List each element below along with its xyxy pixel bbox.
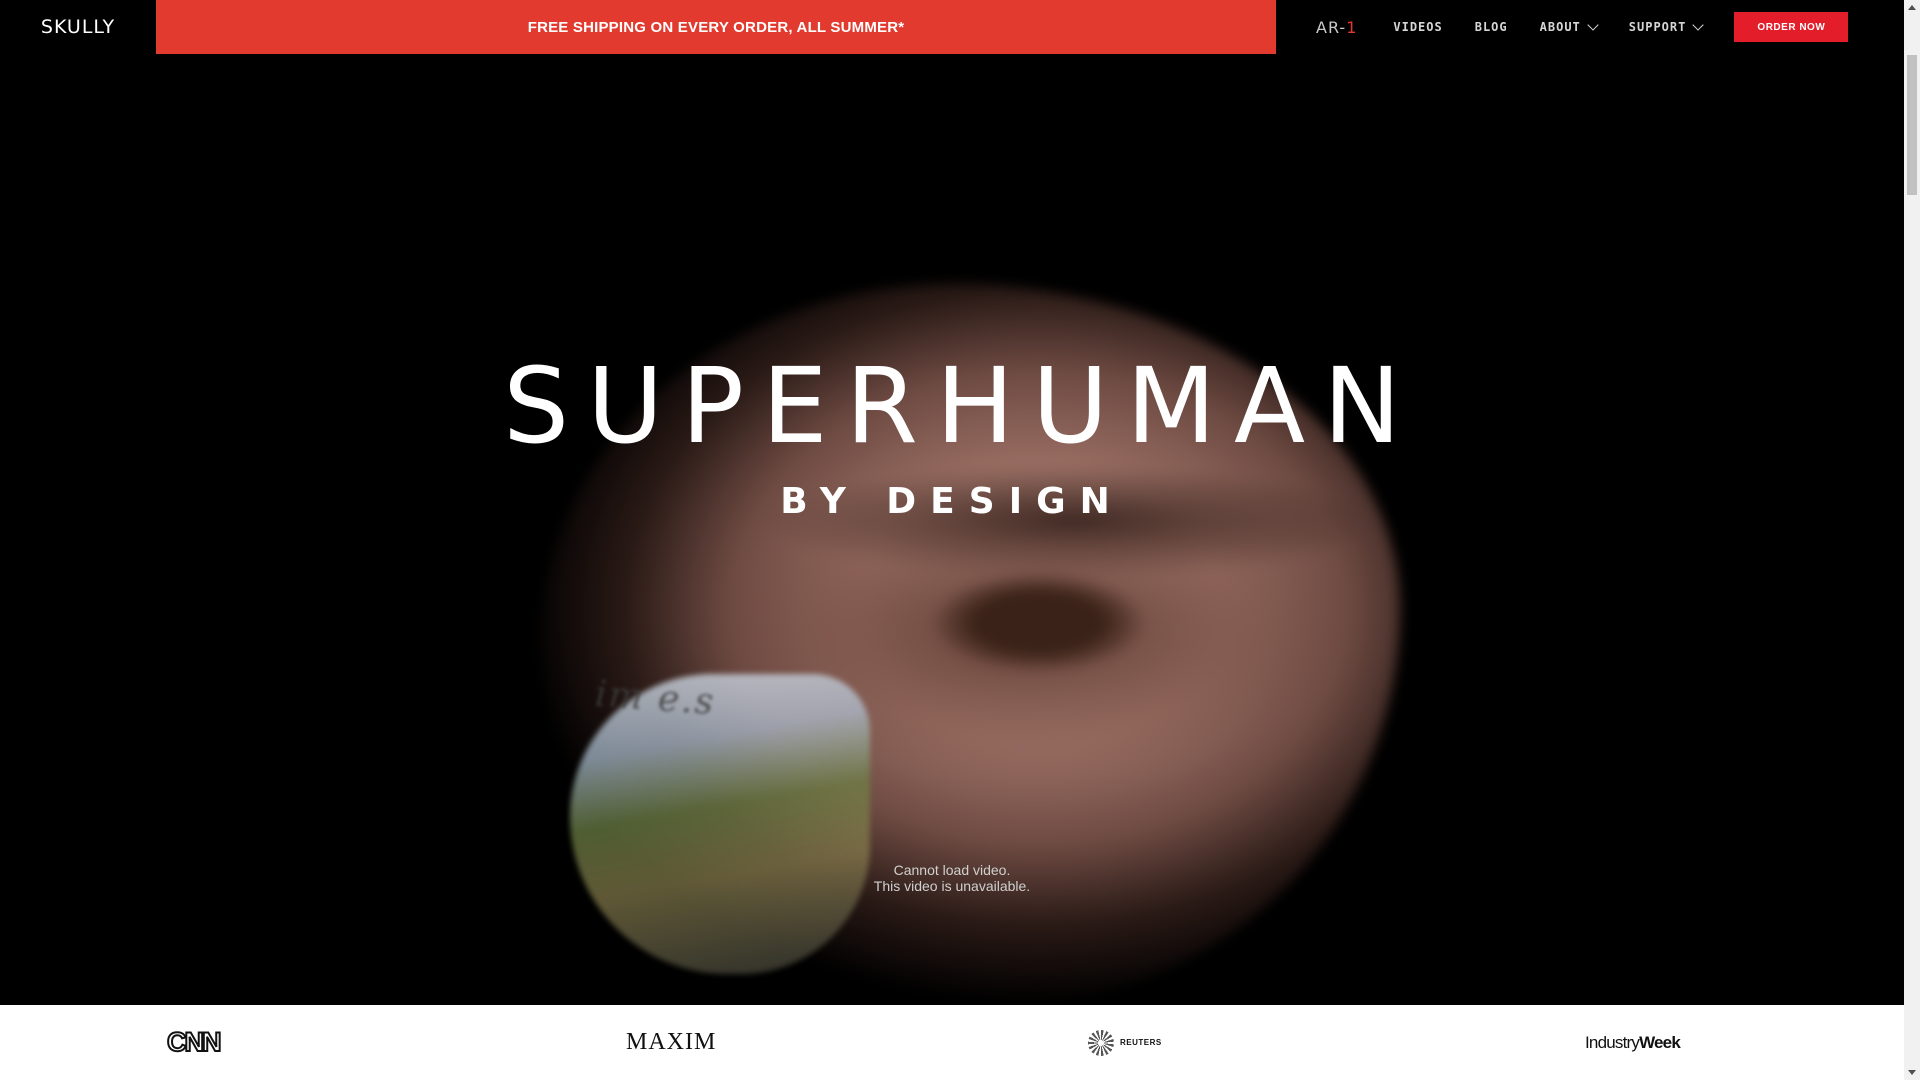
nav-videos[interactable]: VIDEOS — [1393, 20, 1442, 34]
promo-banner[interactable]: FREE SHIPPING ON EVERY ORDER, ALL SUMMER… — [156, 0, 1276, 54]
reuters-label: REUTERS — [1120, 1038, 1162, 1047]
main-nav: AR-1 VIDEOS BLOG ABOUT SUPPORT ORDER NOW — [1276, 0, 1904, 54]
maxim-logo: MAXIM — [626, 1029, 717, 1055]
reuters-logo: REUTERS — [1088, 1005, 1162, 1080]
nav-support-label: SUPPORT — [1628, 20, 1687, 34]
reuters-dots-icon — [1088, 1029, 1114, 1056]
ar1-suffix: 1 — [1346, 17, 1358, 37]
top-navigation-bar: SKULLY FREE SHIPPING ON EVERY ORDER, ALL… — [0, 0, 1904, 54]
industryweek-part2: Week — [1639, 1032, 1681, 1052]
order-now-button[interactable]: ORDER NOW — [1734, 12, 1849, 42]
chevron-down-icon — [1692, 19, 1705, 31]
hero-subtitle: BY DESIGN — [780, 481, 1124, 522]
hud-display-glimpse — [570, 674, 870, 974]
hero-title: SUPERHUMAN — [503, 345, 1419, 467]
page: SKULLY FREE SHIPPING ON EVERY ORDER, ALL… — [0, 0, 1920, 1080]
hud-display-text: im e.s — [593, 673, 717, 724]
page-scrollbar[interactable] — [1904, 0, 1920, 1080]
industryweek-part1: Industry — [1585, 1032, 1640, 1052]
nav-about-label: ABOUT — [1539, 20, 1581, 34]
nav-videos-label: VIDEOS — [1393, 20, 1443, 34]
nav-support[interactable]: SUPPORT — [1628, 19, 1705, 34]
video-error-line2: This video is unavailable. — [873, 878, 1031, 894]
video-error-message: Cannot load video. This video is unavail… — [0, 862, 1904, 894]
nav-blog[interactable]: BLOG — [1475, 20, 1508, 34]
scroll-down-arrow-icon[interactable] — [1908, 1070, 1916, 1075]
skully-logo[interactable]: SKULLY — [0, 0, 156, 54]
nav-ar1[interactable]: AR-1 — [1316, 18, 1357, 37]
cnn-logo: CNN — [166, 1026, 222, 1058]
industryweek-logo: Industry Week — [1585, 1005, 1681, 1080]
video-error-line1: Cannot load video. — [893, 862, 1011, 878]
nav-blog-label: BLOG — [1474, 20, 1508, 34]
chevron-down-icon — [1587, 19, 1599, 31]
scroll-up-arrow-icon[interactable] — [1908, 5, 1916, 10]
scrollbar-thumb[interactable] — [1907, 55, 1917, 195]
press-logos-bar: CNN MAXIM REUTERS Industry Week — [0, 1005, 1904, 1080]
nav-about[interactable]: ABOUT — [1539, 19, 1599, 34]
ar1-prefix: AR- — [1316, 17, 1347, 37]
hero-video-section: im e.s SUPERHUMAN BY DESIGN Cannot load … — [0, 54, 1904, 1005]
